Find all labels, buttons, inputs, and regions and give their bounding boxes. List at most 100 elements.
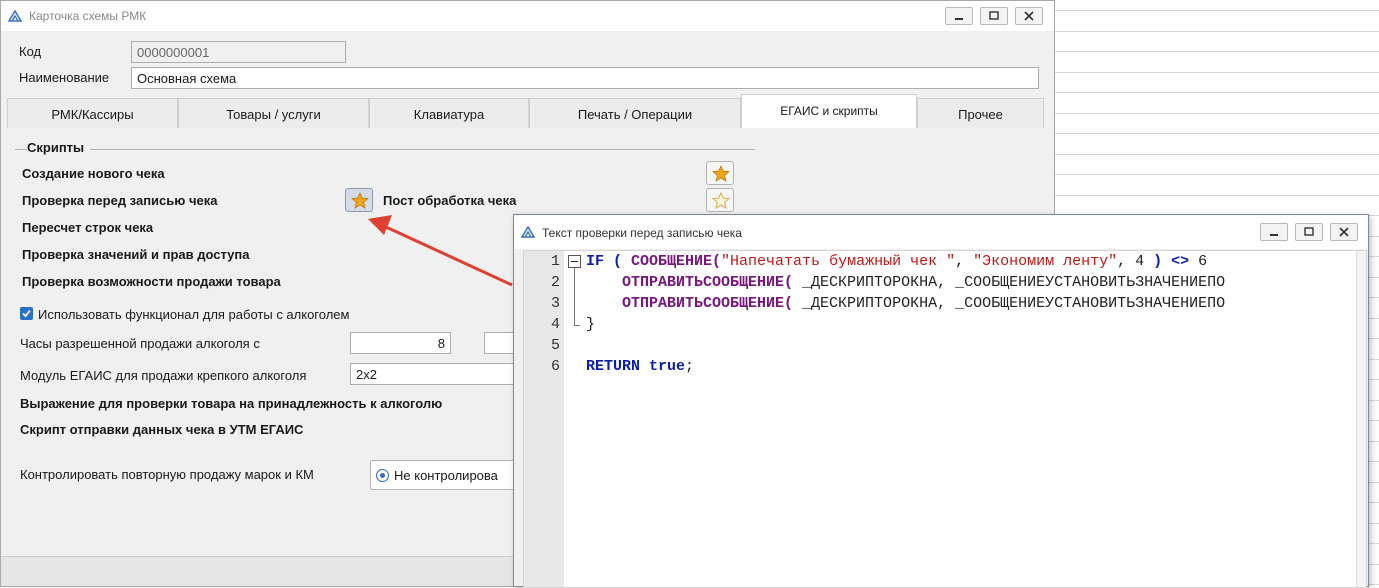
name-label: Наименование [19, 70, 110, 85]
main-title: Карточка схемы РМК [29, 9, 147, 23]
code-token: , 4 [1117, 253, 1154, 270]
star-outline-icon [712, 192, 730, 209]
tab-print-operations[interactable]: Печать / Операции [529, 98, 741, 128]
tab-rmk-cashiers[interactable]: РМК/Кассиры [7, 98, 178, 128]
vertical-scrollbar[interactable] [1356, 251, 1366, 587]
code-line: IF ( СООБЩЕНИЕ("Напечатать бумажный чек … [586, 253, 1207, 270]
code-token: RETURN [586, 358, 641, 375]
name-field[interactable]: Основная схема [131, 67, 1039, 89]
maximize-button[interactable] [980, 7, 1008, 25]
code-token: ОТПРАВИТЬСООБЩЕНИЕ( [622, 274, 794, 291]
new-check-script-button[interactable] [706, 161, 734, 185]
code-token: _ДЕСКРИПТОРОКНА, _СООБЩЕНИЕУСТАНОВИТЬЗНА… [793, 274, 1226, 291]
use-alcohol-checkbox[interactable] [20, 307, 33, 320]
code-token: ; [685, 358, 695, 375]
egais-module-select[interactable]: 2x2 [350, 363, 524, 385]
app-logo-icon [520, 225, 536, 238]
repeat-sale-label: Контролировать повторную продажу марок и… [20, 467, 314, 482]
code-line: } [586, 316, 595, 333]
line-number: 2 [550, 274, 560, 291]
egais-module-label: Модуль ЕГАИС для продажи крепкого алкого… [20, 368, 307, 383]
code-field[interactable]: 0000000001 [131, 41, 346, 63]
code-token: _ДЕСКРИПТОРОКНА, _СООБЩЕНИЕУСТАНОВИТЬЗНА… [793, 295, 1226, 312]
close-button[interactable] [1015, 7, 1043, 25]
script-check-values-label: Проверка значений и прав доступа [22, 247, 250, 262]
scripts-group-title: Скрипты [27, 140, 91, 155]
close-icon [1024, 11, 1034, 21]
maximize-icon [1304, 227, 1314, 236]
fold-guide-end [574, 325, 580, 326]
code-line: ОТПРАВИТЬСООБЩЕНИЕ( _ДЕСКРИПТОРОКНА, _СО… [586, 274, 1225, 291]
line-number: 1 [550, 253, 560, 270]
code-editor[interactable]: 1 2 3 4 5 6 IF ( СООБЩЕНИЕ("Напечатать б… [523, 250, 1367, 588]
main-titlebar: Карточка схемы РМК [1, 1, 1054, 31]
tab-bar: РМК/Кассиры Товары / услуги Клавиатура П… [7, 94, 1044, 128]
tab-goods-services[interactable]: Товары / услуги [178, 98, 369, 128]
annotation-arrow [368, 215, 513, 287]
star-icon [712, 165, 730, 182]
code-token: "Напечатать бумажный чек " [721, 253, 956, 270]
line-number-gutter: 1 2 3 4 5 6 [524, 251, 564, 587]
close-icon [1339, 227, 1349, 237]
code-token: , [955, 253, 974, 270]
code-token: true [649, 358, 686, 375]
line-number: 4 [550, 316, 560, 333]
code-line: RETURN true; [586, 358, 694, 375]
sheet-rule-line [1055, 174, 1379, 175]
editor-maximize-button[interactable] [1295, 223, 1323, 241]
minimize-icon [955, 18, 963, 20]
editor-title: Текст проверки перед записью чека [542, 226, 742, 240]
radio-selected-icon[interactable] [376, 469, 389, 482]
repeat-sale-option-box[interactable]: Не контролирова [370, 460, 530, 490]
app-logo-icon [7, 9, 23, 22]
sheet-rule-line [1055, 195, 1379, 196]
editor-minimize-button[interactable] [1260, 223, 1288, 241]
code-token: 6 [1198, 253, 1208, 270]
checkmark-icon [22, 309, 31, 318]
code-label: Код [19, 44, 42, 59]
sheet-rule-line [1055, 10, 1379, 11]
tab-egais-scripts[interactable]: ЕГАИС и скрипты [741, 94, 917, 128]
script-new-check-label: Создание нового чека [22, 166, 165, 181]
editor-close-button[interactable] [1330, 223, 1358, 241]
code-token: "Экономим ленту" [973, 253, 1118, 270]
code-token: ( [604, 253, 632, 270]
code-token: ) <> [1153, 253, 1199, 270]
code-token: IF [586, 253, 605, 270]
fold-collapse-icon[interactable] [568, 255, 581, 268]
alcohol-expr-label: Выражение для проверки товара на принадл… [20, 396, 443, 411]
scripts-group-divider [15, 149, 755, 150]
sheet-rule-line [1055, 72, 1379, 73]
sheet-rule-line [1055, 113, 1379, 114]
script-recalc-rows-label: Пересчет строк чека [22, 220, 154, 235]
sheet-rule-line [1055, 31, 1379, 32]
editor-titlebar: Текст проверки перед записью чека [514, 215, 1368, 249]
sheet-rule-line [1055, 154, 1379, 155]
minimize-button[interactable] [945, 7, 973, 25]
code-token: СООБЩЕНИЕ( [631, 253, 722, 270]
minimize-icon [1270, 234, 1278, 236]
sheet-rule-line [1055, 133, 1379, 134]
code-token: } [586, 316, 596, 333]
script-editor-window: Текст проверки перед записью чека 1 2 3 … [513, 214, 1369, 588]
script-pre-save-label: Проверка перед записью чека [22, 193, 218, 208]
code-line: ОТПРАВИТЬСООБЩЕНИЕ( _ДЕСКРИПТОРОКНА, _СО… [586, 295, 1225, 312]
line-number: 5 [550, 337, 560, 354]
fold-guide-line [574, 268, 575, 325]
sheet-rule-line [1055, 92, 1379, 93]
script-check-sale-label: Проверка возможности продажи товара [22, 274, 281, 289]
tab-keyboard[interactable]: Клавиатура [369, 98, 529, 128]
maximize-icon [989, 11, 999, 20]
code-token: ОТПРАВИТЬСООБЩЕНИЕ( [622, 295, 794, 312]
post-process-script-button[interactable] [706, 188, 734, 212]
repeat-sale-option-label: Не контролирова [394, 468, 498, 483]
alcohol-hours-label: Часы разрешенной продажи алкоголя с [20, 336, 260, 351]
tab-other[interactable]: Прочее [917, 98, 1044, 128]
use-alcohol-label: Использовать функционал для работы с алк… [38, 307, 350, 322]
line-number: 3 [550, 295, 560, 312]
alcohol-hours-from-input[interactable]: 8 [350, 332, 451, 354]
line-number: 6 [550, 358, 560, 375]
